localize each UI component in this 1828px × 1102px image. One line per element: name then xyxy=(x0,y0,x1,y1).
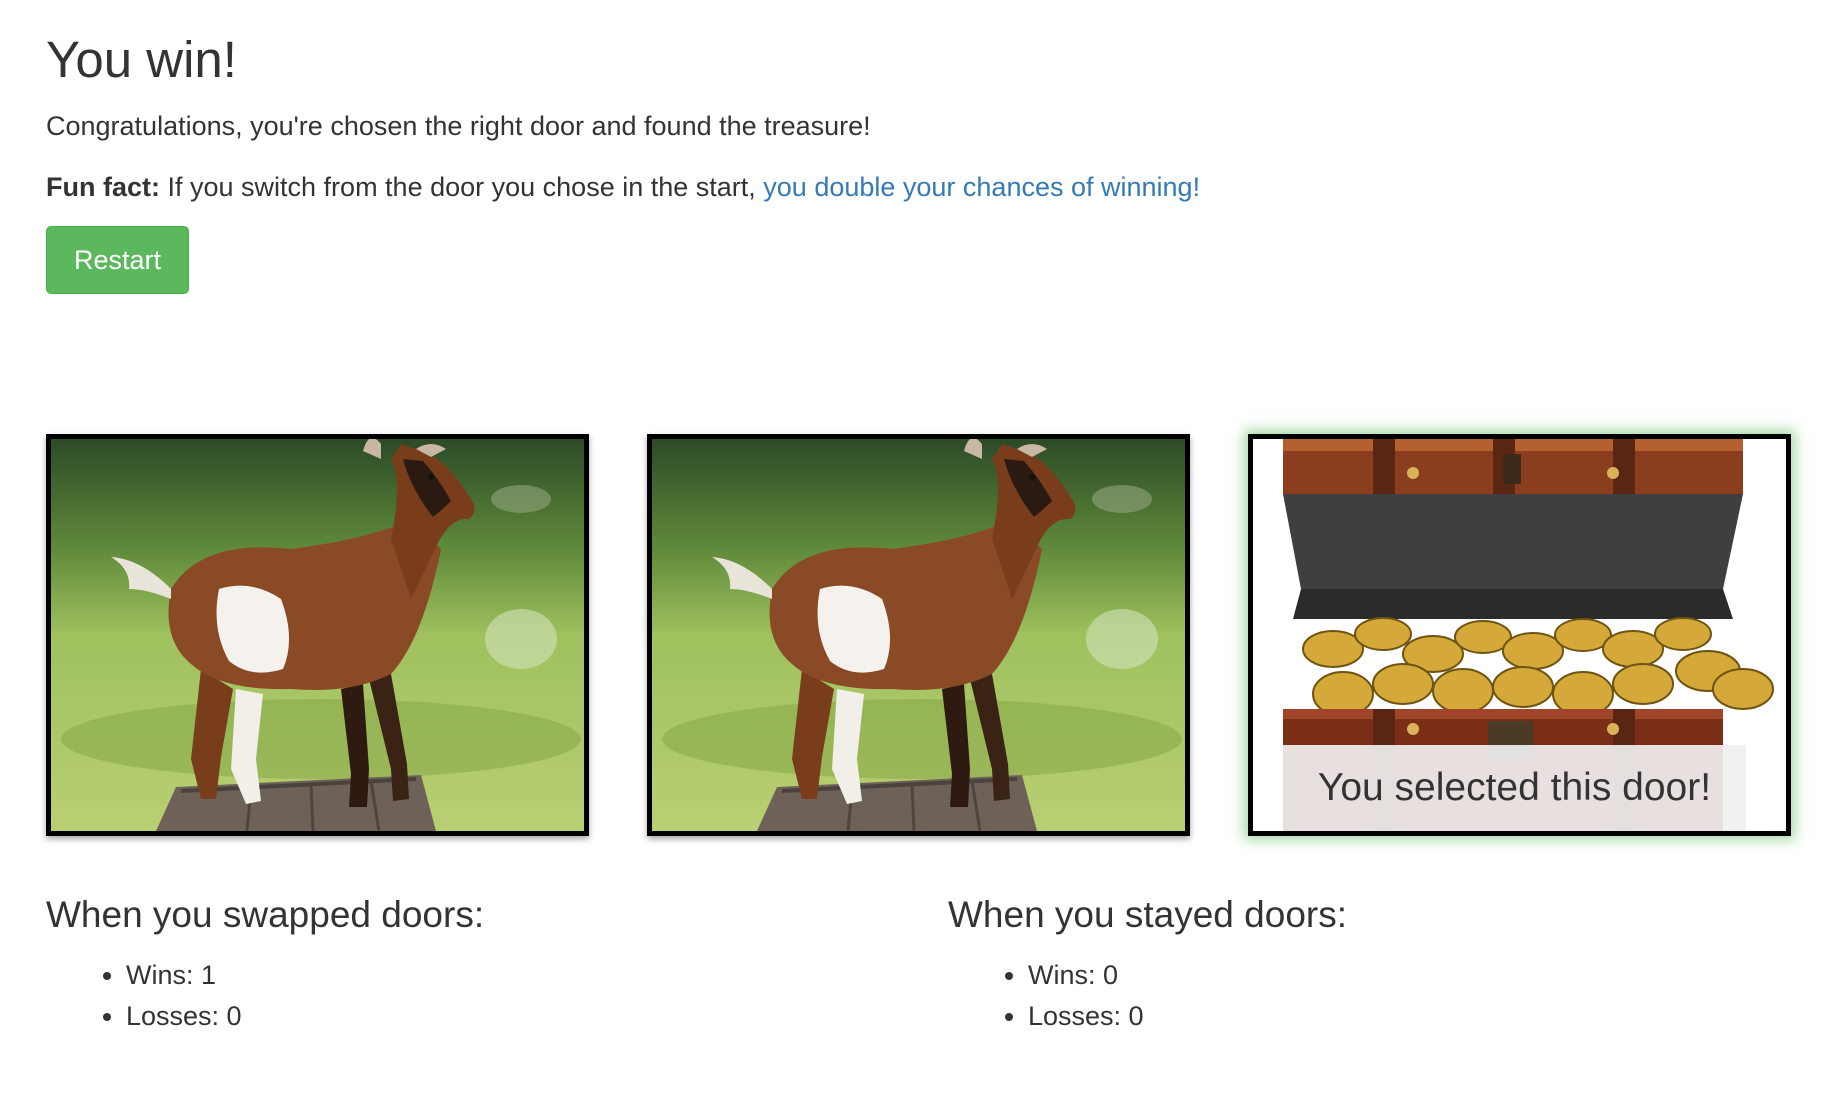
stayed-stats-heading: When you stayed doors: xyxy=(948,894,1347,935)
swapped-stats-list: Wins: 1 Losses: 0 xyxy=(92,955,242,1037)
door-1[interactable] xyxy=(46,434,589,836)
fun-fact-label: Fun fact: xyxy=(46,172,160,202)
fun-fact-link[interactable]: you double your chances of winning! xyxy=(763,172,1200,202)
goat-image xyxy=(652,439,1185,831)
goat-image xyxy=(51,439,584,831)
swapped-stats-heading: When you swapped doors: xyxy=(46,894,485,935)
selected-door-caption: You selected this door! xyxy=(1283,745,1746,831)
fun-fact-text: If you switch from the door you chose in… xyxy=(160,172,764,202)
result-title: You win! xyxy=(46,31,237,88)
door-3[interactable]: You selected this door! xyxy=(1248,434,1791,836)
stayed-wins: Wins: 0 xyxy=(1028,955,1144,996)
result-message: Congratulations, you're chosen the right… xyxy=(46,111,871,141)
door-2[interactable] xyxy=(647,434,1190,836)
fun-fact: Fun fact: If you switch from the door yo… xyxy=(46,169,1200,205)
restart-button[interactable]: Restart xyxy=(46,226,189,294)
stayed-losses: Losses: 0 xyxy=(1028,996,1144,1037)
game-page: You win! Congratulations, you're chosen … xyxy=(0,0,1828,1102)
swapped-wins: Wins: 1 xyxy=(126,955,242,996)
stayed-stats-list: Wins: 0 Losses: 0 xyxy=(994,955,1144,1037)
swapped-losses: Losses: 0 xyxy=(126,996,242,1037)
